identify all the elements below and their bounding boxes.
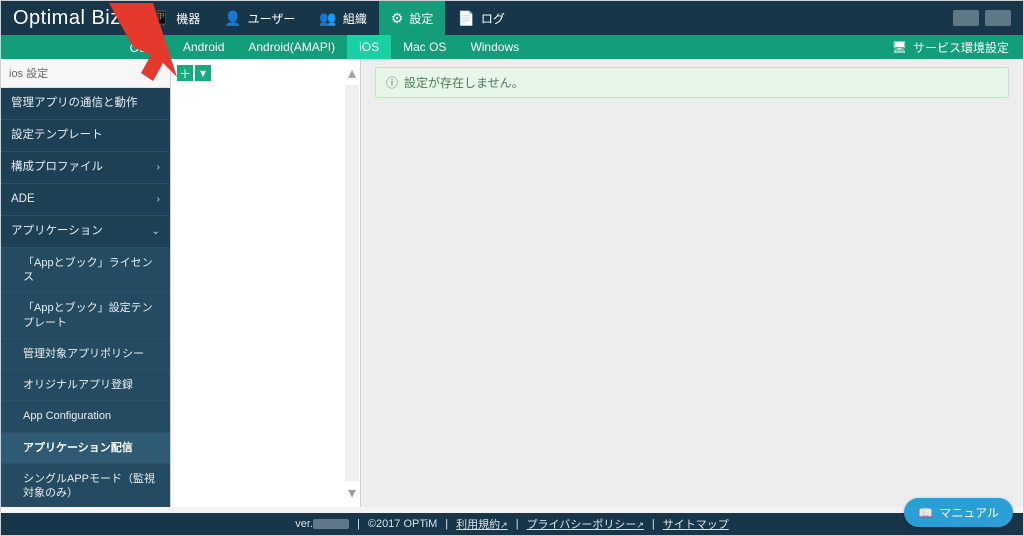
nav-item-label: 構成プロファイル — [11, 160, 103, 175]
footer-link-terms[interactable]: 利用規約↗ — [456, 516, 508, 532]
nav-title: ios 設定 — [1, 59, 170, 88]
service-env-label: サービス環境設定 — [913, 39, 1009, 56]
tab-label: 機器 — [176, 10, 200, 27]
side-nav: ios 設定 管理アプリの通信と動作設定テンプレート構成プロファイル › ADE › ア… — [1, 59, 171, 507]
sub-left-label: OSを — [1, 39, 171, 56]
list-panel: ＋ ▾ ▴ ▾ — [171, 59, 361, 507]
tab-logs[interactable]: 📄 ログ — [445, 1, 516, 35]
main-content: ⓘ 設定が存在しません。 — [361, 59, 1023, 507]
info-icon: ⓘ — [386, 74, 398, 91]
os-tab-android-amapi[interactable]: Android(AMAPI) — [236, 35, 347, 59]
os-tab-ios[interactable]: iOS — [347, 35, 391, 59]
nav-item[interactable]: ADE › — [1, 184, 170, 215]
footer-link-privacy[interactable]: プライバシーポリシー↗ — [527, 516, 644, 532]
scroll-up-icon: ▴ — [348, 63, 356, 83]
chevron-right-icon: › — [157, 161, 160, 174]
tab-orgs[interactable]: 👥 組織 — [307, 1, 378, 35]
nav-sub-item[interactable]: 「Appとブック」ライセンス — [1, 248, 170, 293]
info-text: 設定が存在しません。 — [404, 74, 524, 91]
tab-devices[interactable]: 📱 機器 — [141, 1, 212, 35]
nav-item[interactable]: 構成プロファイル › — [1, 152, 170, 183]
scroll-track — [345, 85, 359, 481]
nav-sub-item[interactable]: App Configuration — [1, 401, 170, 431]
scroll-down-icon: ▾ — [348, 483, 356, 503]
monitor-icon: 🖥 — [892, 40, 907, 54]
nav-sub-item[interactable]: 管理対象アプリポリシー — [1, 339, 170, 369]
tab-label: ログ — [481, 10, 505, 27]
info-banner: ⓘ 設定が存在しません。 — [375, 67, 1009, 98]
nav-item[interactable]: 管理アプリの通信と動作 — [1, 88, 170, 119]
tab-label: 設定 — [409, 10, 433, 27]
tab-label: ユーザー — [248, 10, 296, 27]
nav-item-label: ADE — [11, 192, 35, 207]
service-env-settings[interactable]: 🖥 サービス環境設定 — [892, 39, 1023, 56]
os-tab-macos[interactable]: Mac OS — [391, 35, 458, 59]
nav-item[interactable]: 設定テンプレート — [1, 120, 170, 151]
os-tab-windows[interactable]: Windows — [458, 35, 531, 59]
list-scrollbar[interactable]: ▴ ▾ — [344, 63, 360, 503]
book-icon: 📖 — [918, 506, 933, 520]
manual-label: マニュアル — [939, 504, 999, 521]
footer-copyright: ©2017 OPTiM — [368, 518, 437, 530]
user-icon: 👤 — [224, 10, 241, 27]
header-chip[interactable] — [953, 10, 979, 26]
nav-sub-item[interactable]: アプリケーション配信 — [1, 433, 170, 463]
chevron-right-icon: › — [157, 193, 160, 206]
tab-users[interactable]: 👤 ユーザー — [212, 1, 307, 35]
nav-item-label: 管理アプリの通信と動作 — [11, 96, 138, 111]
os-tabs: Android Android(AMAPI) iOS Mac OS Window… — [171, 35, 531, 59]
org-icon: 👥 — [319, 10, 336, 27]
add-button[interactable]: ＋ — [177, 65, 193, 81]
manual-button[interactable]: 📖 マニュアル — [904, 498, 1013, 527]
nav-item[interactable]: アプリケーション ⌄ — [1, 216, 170, 247]
add-dropdown[interactable]: ▾ — [195, 65, 211, 81]
primary-tabs: 📱 機器 👤 ユーザー 👥 組織 ⚙ 設定 📄 ログ — [141, 1, 517, 35]
footer-version: ver. — [295, 518, 349, 530]
nav-item-label: アプリケーション — [11, 224, 103, 239]
tab-label: 組織 — [343, 10, 367, 27]
nav-sub-item[interactable]: シングルAPPモード（監視対象のみ） — [1, 464, 170, 507]
footer: ver. | ©2017 OPTiM | 利用規約↗ | プライバシーポリシー↗… — [1, 513, 1023, 535]
tab-settings[interactable]: ⚙ 設定 — [379, 1, 446, 35]
header-right — [953, 10, 1011, 26]
device-icon: 📱 — [153, 10, 170, 27]
nav-item-label: 設定テンプレート — [11, 128, 103, 143]
os-tab-android[interactable]: Android — [171, 35, 236, 59]
nav-sub-item[interactable]: オリジナルアプリ登録 — [1, 370, 170, 400]
gear-icon: ⚙ — [391, 10, 404, 27]
chevron-down-icon: ⌄ — [152, 225, 160, 238]
brand: Optimal Biz — [13, 7, 121, 30]
header-chip[interactable] — [985, 10, 1011, 26]
log-icon: 📄 — [457, 10, 474, 27]
nav-sub-item[interactable]: 「Appとブック」設定テンプレート — [1, 293, 170, 338]
footer-link-sitemap[interactable]: サイトマップ — [663, 516, 729, 532]
